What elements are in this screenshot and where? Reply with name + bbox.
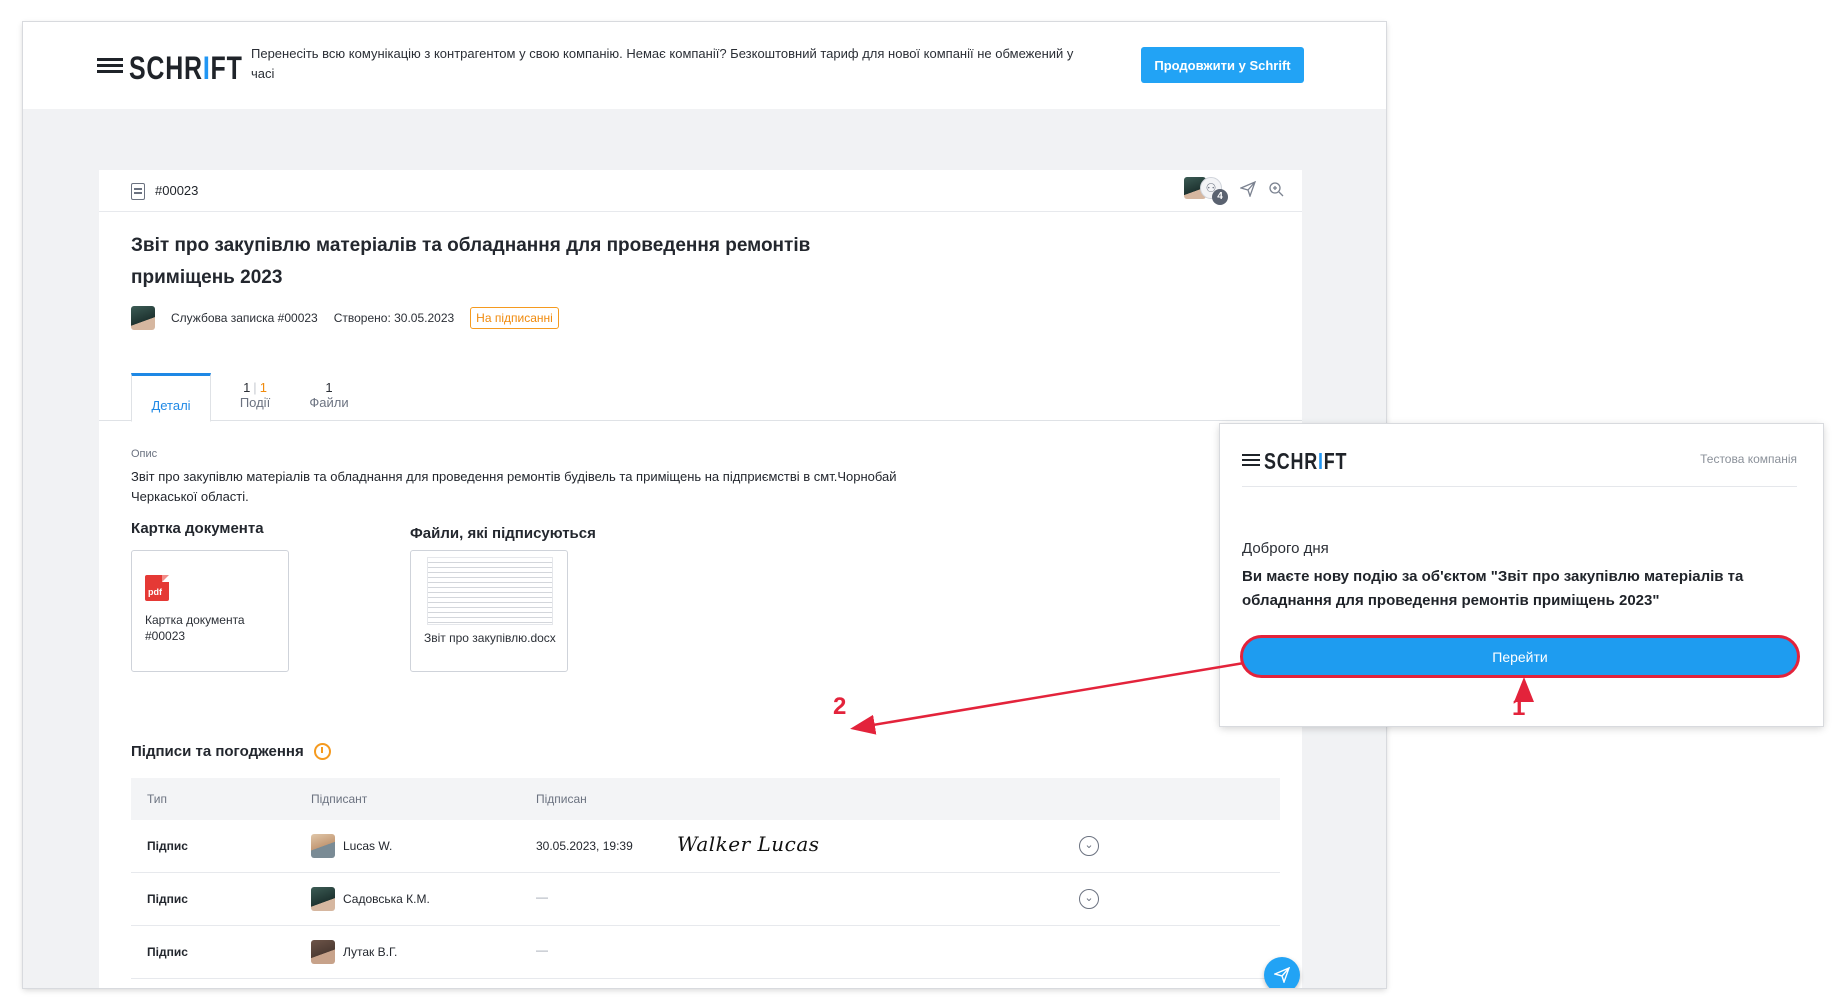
document-header: #00023 ⚇ 4 [99, 170, 1302, 212]
top-banner: SCHRIFT Перенесіть всю комунікацію з кон… [23, 22, 1386, 109]
column-header-signer: Підписант [311, 792, 368, 806]
signature-type: Підпис [147, 945, 188, 959]
document-title: Звіт про закупівлю матеріалів та обладна… [131, 235, 811, 288]
description-label: Опис [131, 448, 158, 460]
card-heading: Картка документа [131, 520, 264, 537]
table-row: Підпис Садовська К.М. — ⌄ [131, 873, 1280, 926]
tab-details[interactable]: Деталі [131, 373, 211, 422]
document-type-number: #00023 [277, 311, 318, 325]
browser-frame: SCHRIFT Перенесіть всю комунікацію з кон… [23, 22, 1386, 988]
pdf-icon: pdf [145, 575, 169, 601]
chevron-down-icon[interactable]: ⌄ [1079, 889, 1099, 909]
send-fab-button[interactable] [1264, 957, 1300, 988]
document-icon [131, 183, 145, 200]
menu-icon [97, 57, 123, 80]
go-to-button[interactable]: Перейти [1240, 635, 1800, 678]
header-tools: ⚇ 4 [1184, 177, 1284, 205]
tabs: Деталі 1 | 1 Події 1 Файли [99, 373, 1302, 422]
step-1-label: 1 [1512, 694, 1526, 721]
avatar [311, 834, 335, 858]
document-type: Службова записка [171, 311, 275, 325]
continue-in-schrift-button[interactable]: Продовжити у Schrift [1141, 47, 1304, 83]
signer: Садовська К.М. [311, 887, 430, 911]
signature-type: Підпис [147, 839, 188, 853]
document-card-file[interactable]: pdf Картка документа #00023 [131, 550, 289, 672]
signed-date: — [536, 943, 548, 957]
created-date: Створено: 30.05.2023 [333, 311, 455, 325]
promo-text: Перенесіть всю комунікацію з контрагенто… [251, 46, 1074, 81]
participants[interactable]: ⚇ 4 [1184, 177, 1228, 205]
step-2-label: 2 [833, 693, 847, 720]
signature-type: Підпис [147, 892, 188, 906]
events-count: 1 [243, 380, 251, 395]
description-text: Звіт про закупівлю матеріалів та обладна… [131, 469, 897, 504]
clock-icon [313, 743, 331, 760]
file-name: Картка документа #00023 [145, 613, 245, 643]
popup-schrift-logo: SCHRIFT [1242, 448, 1371, 475]
signer: Лутак В.Г. [311, 940, 397, 964]
tab-events-label: Події [239, 395, 271, 410]
files-count: 1 [325, 380, 333, 395]
signed-file[interactable]: Звіт про закупівлю.docx [410, 550, 568, 672]
events-new-count: 1 [259, 380, 267, 395]
participants-count-badge: 4 [1212, 189, 1228, 205]
table-header: Тип Підписант Підписан [131, 778, 1280, 820]
menu-icon [1242, 453, 1260, 470]
document-card: #00023 ⚇ 4 Звіт про закупівлю матеріалів… [99, 170, 1302, 988]
chevron-down-icon[interactable]: ⌄ [1079, 836, 1099, 856]
signer: Lucas W. [311, 834, 392, 858]
schrift-logo[interactable]: SCHRIFT [97, 50, 275, 87]
avatar [311, 940, 335, 964]
send-icon[interactable] [1239, 180, 1257, 202]
tab-events[interactable]: 1 | 1 Події [225, 373, 285, 421]
document-number: #00023 [155, 183, 199, 198]
notification-message: Ви маєте нову подію за об'єктом "Звіт пр… [1242, 568, 1744, 609]
tab-files[interactable]: 1 Файли [299, 373, 359, 421]
greeting: Доброго дня [1242, 540, 1329, 557]
signed-date: — [536, 890, 548, 904]
files-heading: Файли, які підписуються [410, 525, 596, 542]
signed-date: 30.05.2023, 19:39 [536, 839, 633, 853]
handwritten-signature: Walker Lucas [677, 832, 820, 856]
author-avatar [131, 306, 155, 330]
tab-files-label: Файли [309, 395, 349, 410]
document-meta: Службова записка #00023 Створено: 30.05.… [131, 306, 559, 330]
signatures-table: Тип Підписант Підписан Підпис Lucas W. 3… [131, 778, 1280, 979]
email-notification: SCHRIFT Тестова компанія Доброго дня Ви … [1220, 424, 1823, 726]
avatar [311, 887, 335, 911]
company-name: Тестова компанія [1700, 452, 1797, 466]
signatures-heading: Підписи та погодження [131, 743, 331, 760]
file-name: Звіт про закупівлю.docx [424, 631, 556, 645]
zoom-in-icon[interactable] [1268, 181, 1284, 202]
logo-text: SCHRIFT [129, 50, 243, 86]
column-header-signed: Підписан [536, 792, 587, 806]
divider [1242, 486, 1797, 487]
status-badge: На підписанні [470, 307, 559, 329]
logo-text: SCHRIFT [1264, 448, 1348, 474]
table-row: Підпис Lucas W. 30.05.2023, 19:39 Walker… [131, 820, 1280, 873]
table-row: Підпис Лутак В.Г. — [131, 926, 1280, 979]
column-header-type: Тип [147, 792, 168, 806]
file-preview-thumbnail [427, 557, 553, 625]
